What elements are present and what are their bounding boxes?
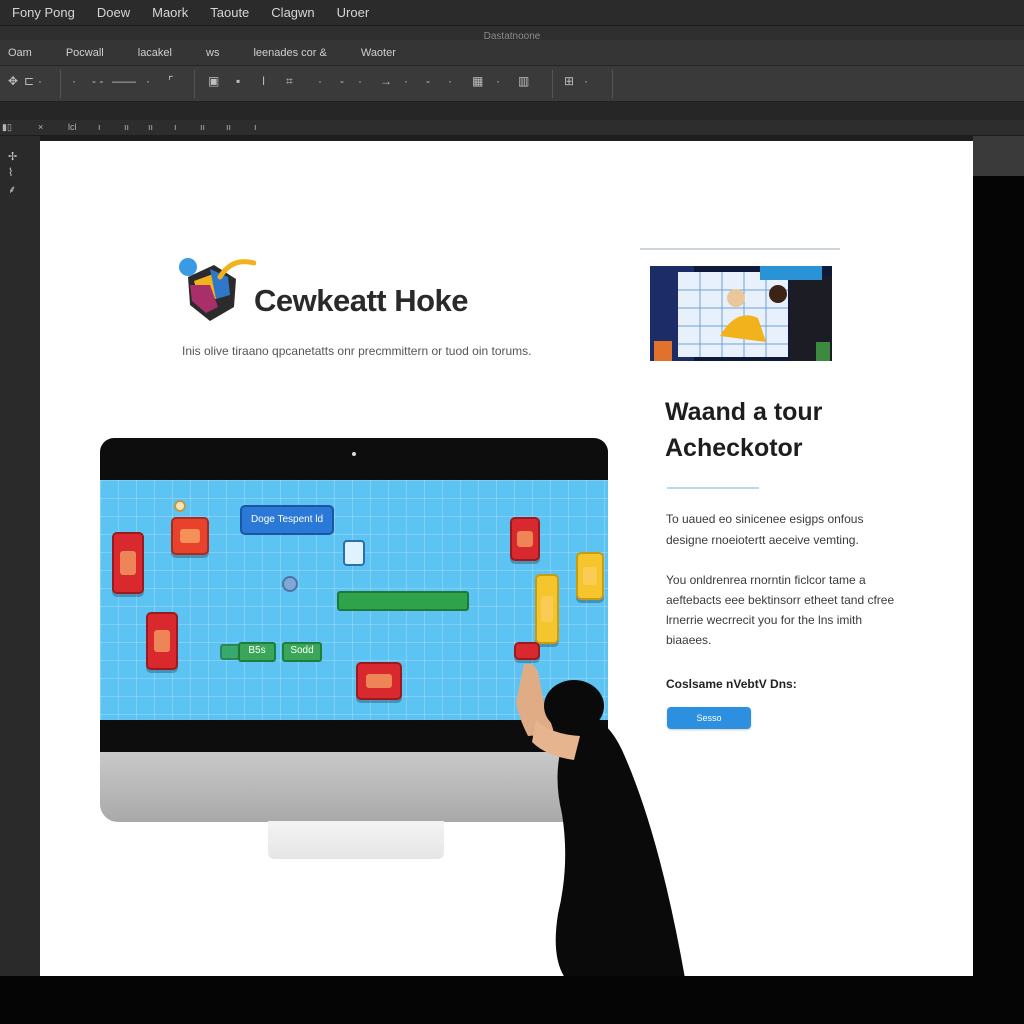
- menu-item-edit[interactable]: Doew: [97, 5, 130, 20]
- intro-paragraph: To uaued eo sinicenee esigps onfous desi…: [666, 512, 864, 547]
- dot-icon[interactable]: ·: [358, 74, 362, 88]
- document-tab[interactable]: lcl: [68, 122, 77, 132]
- menu-item-design[interactable]: Clagwn: [271, 5, 314, 20]
- dash-icon[interactable]: -: [340, 74, 344, 88]
- game-chip[interactable]: B5s: [238, 642, 276, 662]
- brand-name: Cewkeatt Hoke: [254, 283, 469, 318]
- document-tab-bar: ▮▯ × lcl ı ıı ıı ı ıı ıı ı: [0, 120, 1024, 136]
- corner-icon[interactable]: ⌜: [168, 74, 174, 88]
- toolbar-divider: [60, 70, 61, 98]
- ruler-tick: ıı: [226, 122, 232, 132]
- dot-icon[interactable]: ·: [72, 74, 76, 88]
- game-block[interactable]: [171, 517, 209, 555]
- panel-toggle-icon[interactable]: ▮▯: [2, 122, 12, 133]
- line-icon[interactable]: ——: [112, 74, 136, 88]
- dash-icon[interactable]: -: [426, 74, 430, 88]
- monitor-stand: [268, 821, 444, 859]
- person-pointing-illustration: [516, 664, 685, 976]
- status-area: [0, 976, 1024, 1024]
- brand-tagline: Inis olive tiraano qpcanetatts onr precm…: [182, 344, 532, 358]
- option-leenades[interactable]: leenades cor &: [253, 47, 326, 59]
- game-block[interactable]: [535, 574, 559, 644]
- options-bar: Oam Pocwall lacakel ws leenades cor & Wa…: [0, 40, 1024, 66]
- menu-item-other[interactable]: Uroer: [337, 5, 370, 20]
- headline-line-1: Waand a tour: [665, 398, 823, 426]
- distribute-icon[interactable]: ⊞: [564, 74, 574, 88]
- toolbar-divider: [552, 70, 553, 98]
- game-button[interactable]: [514, 642, 540, 660]
- option-open[interactable]: Oam: [8, 47, 32, 59]
- ruler-tick: ı: [174, 122, 177, 132]
- body-paragraph: You onldrenrea rnorntin ficlcor tame a a…: [666, 573, 895, 647]
- window-title-strip: Dastatnoone: [0, 26, 1024, 42]
- brush-tool-icon[interactable]: ⸙: [8, 182, 32, 196]
- toolbar-divider: [194, 70, 195, 98]
- dot-icon[interactable]: ·: [496, 74, 500, 88]
- image-icon[interactable]: ▣: [208, 74, 219, 88]
- dot-icon[interactable]: ·: [404, 74, 408, 88]
- option-ws[interactable]: ws: [206, 47, 219, 59]
- game-block[interactable]: [112, 532, 144, 594]
- arrow-icon[interactable]: →: [380, 74, 392, 88]
- option-water[interactable]: Waoter: [361, 47, 396, 59]
- artboard-canvas: Cewkeatt Hoke Inis olive tiraano qpcanet…: [40, 141, 973, 976]
- headline: Waand a tour Acheckotor: [665, 394, 905, 466]
- close-icon[interactable]: ×: [38, 122, 43, 132]
- green-platform[interactable]: [220, 644, 240, 660]
- ruler-tick: ı: [254, 122, 257, 132]
- select-icon[interactable]: ⊏: [24, 74, 34, 88]
- brand-logo-icon: [179, 258, 256, 321]
- toolbar: ✥ ⊏ · · ‑ ‑ —— · ⌜ ▣ ▪ ǀ ⌗ · - · → · - ·…: [0, 66, 1024, 102]
- lasso-tool-icon[interactable]: ⌇: [8, 166, 32, 180]
- game-block[interactable]: [146, 612, 178, 670]
- game-node[interactable]: [282, 576, 298, 592]
- move-icon[interactable]: ✥: [8, 74, 18, 88]
- ruler-tick: ıı: [200, 122, 206, 132]
- move-tool-icon[interactable]: ✢: [8, 150, 32, 164]
- panel-area: [973, 136, 1024, 176]
- headline-line-2: Acheckotor: [665, 434, 803, 462]
- camera-icon: [352, 452, 356, 456]
- dot-icon[interactable]: ·: [318, 74, 322, 88]
- vertical-icon[interactable]: ǀ: [262, 74, 265, 88]
- game-chip[interactable]: Sodd: [282, 642, 322, 662]
- toolbar-gap: [0, 102, 1024, 120]
- dot-icon[interactable]: ·: [448, 74, 452, 88]
- dice-icon[interactable]: [343, 540, 365, 566]
- crop-icon[interactable]: ⌗: [286, 74, 293, 89]
- menu-item-file[interactable]: Fony Pong: [12, 5, 75, 20]
- tools-panel: ✢ ⌇ ⸙: [0, 136, 40, 976]
- toolbar-divider: [612, 70, 613, 98]
- option-panel[interactable]: Pocwall: [66, 47, 104, 59]
- accent-divider: [667, 487, 759, 489]
- dark-panel: [973, 176, 1024, 1024]
- game-label-pill[interactable]: Doge Tespent ld: [240, 505, 334, 535]
- dot-icon[interactable]: ·: [38, 74, 42, 88]
- grid-icon[interactable]: ▦: [472, 74, 483, 88]
- menu-item-create[interactable]: Taoute: [210, 5, 249, 20]
- fill-icon[interactable]: ▪: [236, 74, 240, 88]
- ruler-tick: ı: [98, 122, 101, 132]
- green-platform[interactable]: [337, 591, 469, 611]
- menu-item-mark[interactable]: Maork: [152, 5, 188, 20]
- menu-bar: Fony Pong Doew Maork Taoute Clagwn Uroer: [0, 0, 1024, 26]
- dot-icon[interactable]: ·: [146, 74, 150, 88]
- ruler-tick: ıı: [148, 122, 154, 132]
- hero-illustration: [640, 248, 840, 361]
- game-block[interactable]: [510, 517, 540, 561]
- game-token[interactable]: [174, 500, 186, 512]
- ruler-tick: ıı: [124, 122, 130, 132]
- monitor-bezel-top: [100, 438, 608, 480]
- dash-icon[interactable]: ‑ ‑: [92, 74, 103, 88]
- game-block[interactable]: [576, 552, 604, 600]
- game-block[interactable]: [356, 662, 402, 700]
- dot-icon[interactable]: ·: [584, 74, 588, 88]
- option-layout[interactable]: lacakel: [138, 47, 172, 59]
- align-icon[interactable]: ▥: [518, 74, 529, 88]
